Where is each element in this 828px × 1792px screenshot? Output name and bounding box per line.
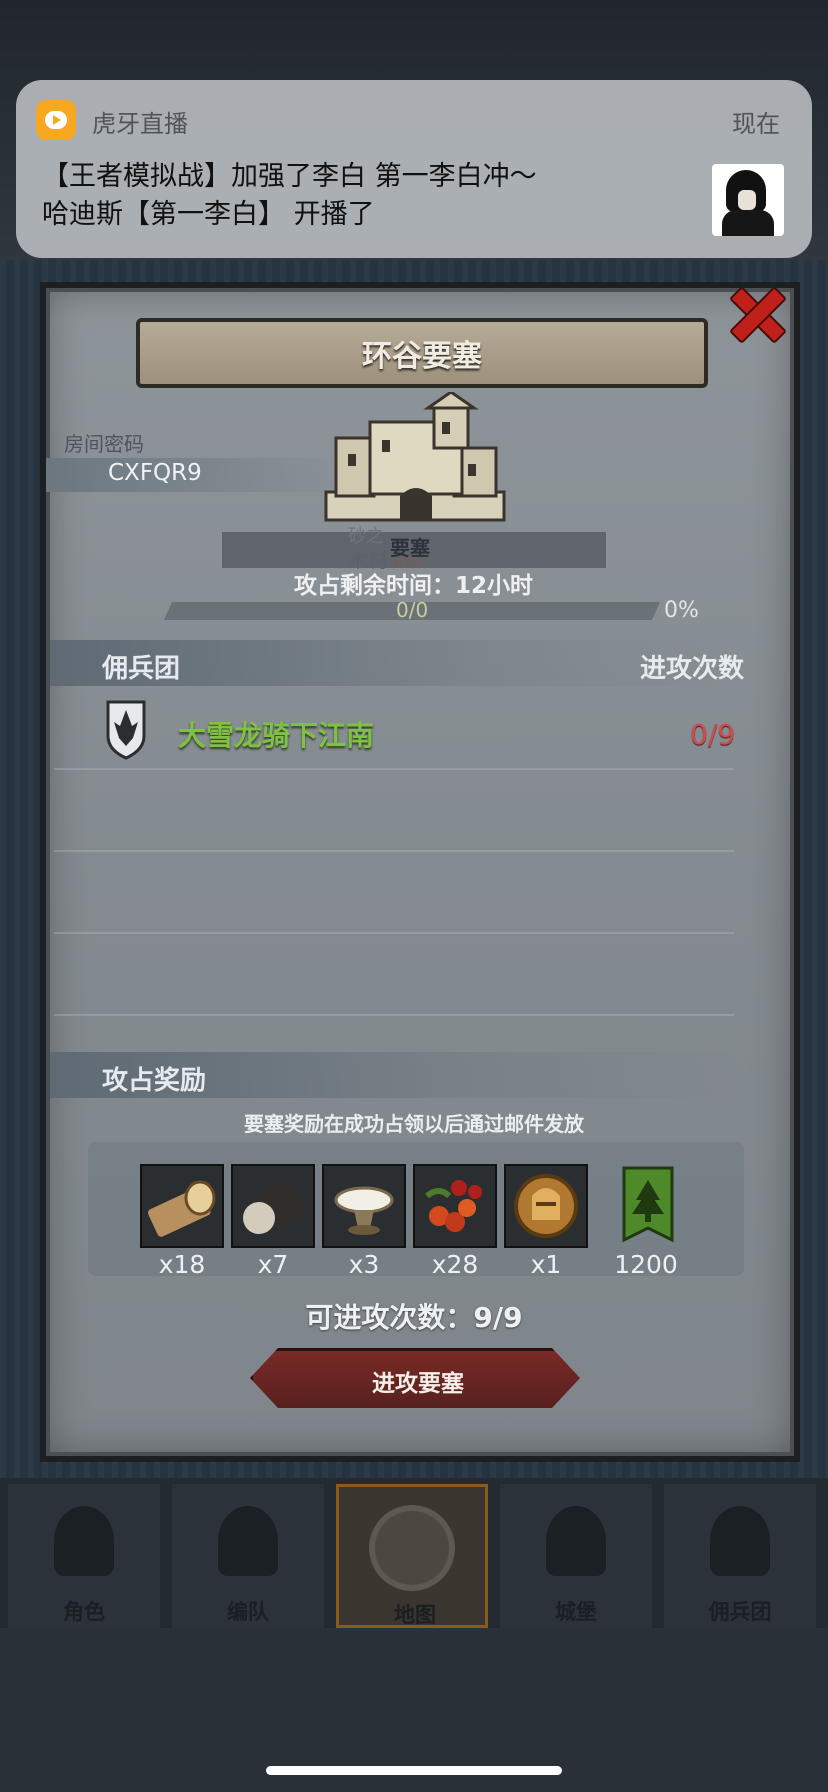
row-divider — [54, 932, 734, 934]
dialog-title: 环谷要塞 — [136, 318, 708, 388]
castle-icon — [546, 1506, 606, 1576]
tab-map[interactable]: 地图 — [336, 1484, 488, 1628]
green-tree-banner-icon[interactable] — [608, 1164, 692, 1248]
ore-rock-icon[interactable] — [231, 1164, 315, 1248]
reward-note: 要塞奖励在成功占领以后通过邮件发放 — [244, 1112, 584, 1136]
room-password-label: 房间密码 — [64, 432, 144, 456]
warrior-icon — [710, 1506, 770, 1576]
reward-quantity: x18 — [158, 1250, 206, 1279]
guild-attack-count: 0/9 — [690, 718, 736, 751]
reward-quantity: x1 — [530, 1250, 562, 1279]
notification-line-2: 哈迪斯【第一李白】 开播了 — [42, 199, 375, 230]
knight-icon — [54, 1506, 114, 1576]
salt-bowl-icon[interactable] — [322, 1164, 406, 1248]
push-notification[interactable]: 虎牙直播 现在 【王者模拟战】加强了李白 第一李白冲～ 哈迪斯【第一李白】 开播… — [16, 80, 812, 258]
berries-icon[interactable] — [413, 1164, 497, 1248]
notification-app-name: 虎牙直播 — [92, 110, 188, 138]
close-button[interactable] — [720, 276, 792, 348]
attack-fortress-button[interactable]: 进攻要塞 — [250, 1348, 580, 1408]
guild-name[interactable]: 大雪龙骑下江南 — [178, 714, 374, 754]
capture-time-left: 攻占剩余时间：12小时 — [294, 573, 534, 599]
row-divider — [54, 850, 734, 852]
fortress-name: 要塞 — [390, 536, 430, 560]
mercenary-header: 佣兵团 — [102, 654, 181, 684]
tab-mercenary[interactable]: 佣兵团 — [664, 1484, 816, 1628]
tab-label: 地图 — [394, 1603, 436, 1627]
tab-label: 佣兵团 — [708, 1600, 772, 1624]
reward-header: 攻占奖励 — [102, 1066, 207, 1096]
tab-formation[interactable]: 编队 — [172, 1484, 324, 1628]
tab-label: 城堡 — [555, 1600, 597, 1624]
tab-castle[interactable]: 城堡 — [500, 1484, 652, 1628]
armor-icon — [218, 1506, 278, 1576]
reward-quantity: x7 — [257, 1250, 289, 1279]
row-divider — [54, 768, 734, 770]
guild-shield-icon — [106, 700, 146, 760]
reward-quantity: x28 — [431, 1250, 479, 1279]
remaining-attacks: 可进攻次数：9/9 — [305, 1301, 523, 1334]
huya-app-icon — [36, 100, 76, 140]
notification-line-1: 【王者模拟战】加强了李白 第一李白冲～ — [42, 161, 537, 192]
tab-character[interactable]: 角色 — [8, 1484, 160, 1628]
home-indicator[interactable] — [266, 1766, 562, 1775]
fortress-castle-icon — [324, 392, 506, 522]
row-divider — [54, 1014, 734, 1016]
streamer-avatar-thumbnail — [712, 164, 784, 236]
reward-quantity: 1200 — [614, 1250, 678, 1279]
progress-percent: 0% — [664, 598, 699, 623]
notification-time: 现在 — [732, 110, 780, 138]
tab-label: 角色 — [63, 1600, 105, 1624]
knight-helmet-medal-icon[interactable] — [504, 1164, 588, 1248]
reward-quantity: x3 — [348, 1250, 380, 1279]
room-code[interactable]: CXFQR9 — [108, 460, 202, 486]
tab-label: 编队 — [227, 1600, 269, 1624]
attacks-header: 进攻次数 — [639, 654, 744, 684]
wood-log-icon[interactable] — [140, 1164, 224, 1248]
compass-icon — [369, 1505, 455, 1591]
progress-text: 0/0 — [396, 598, 429, 622]
